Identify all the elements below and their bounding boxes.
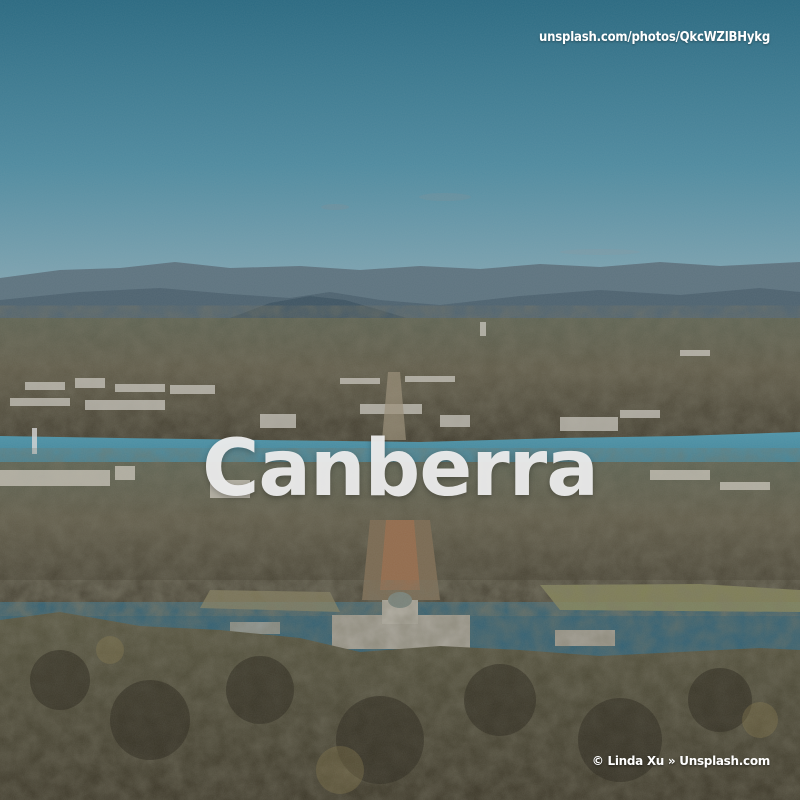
city-title: Canberra <box>202 424 599 514</box>
photo-credit: © Linda Xu » Unsplash.com <box>591 754 770 768</box>
source-url-label: unsplash.com/photos/QkcWZlBHykg <box>539 30 770 45</box>
photo-scene: unsplash.com/photos/QkcWZlBHykg Canberra… <box>0 0 800 800</box>
canberra-landscape-photo <box>0 0 800 800</box>
